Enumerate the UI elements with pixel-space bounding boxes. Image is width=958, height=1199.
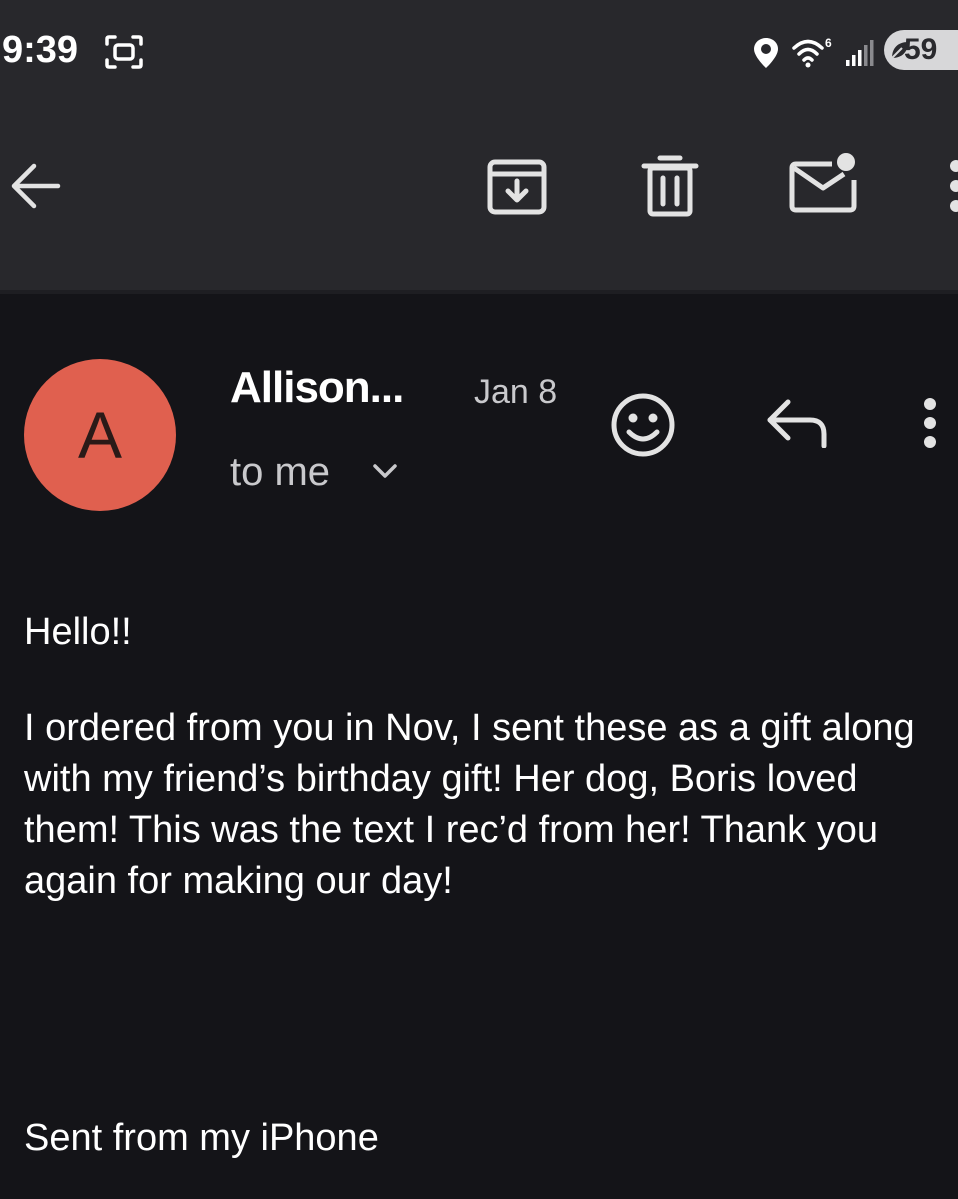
email-greeting: Hello!! [24, 611, 132, 653]
status-time: 9:39 [2, 29, 79, 71]
battery-level: 59 [904, 33, 938, 66]
email-body: I ordered from you in Nov, I sent these … [24, 707, 915, 902]
app-bar-divider [0, 290, 958, 294]
email-date: Jan 8 [474, 373, 558, 411]
message-more-icon[interactable] [918, 396, 942, 452]
add-reaction-icon[interactable] [608, 390, 678, 460]
svg-text:6: 6 [825, 36, 832, 50]
delete-icon[interactable] [640, 152, 700, 218]
location-icon [754, 38, 778, 68]
more-vert-icon[interactable] [940, 158, 958, 214]
sender-name[interactable]: Allison... [230, 362, 404, 414]
sender-avatar[interactable]: A [24, 359, 176, 511]
email-signature: Sent from my iPhone [24, 1117, 379, 1159]
archive-icon[interactable] [486, 154, 548, 216]
wifi-6-icon: 6 [792, 36, 832, 68]
avatar-letter: A [77, 398, 123, 472]
arrow-left-icon[interactable] [8, 160, 64, 212]
reply-icon[interactable] [764, 396, 830, 448]
chevron-down-icon[interactable] [372, 462, 398, 480]
signal-icon [846, 40, 874, 66]
mark-unread-icon[interactable] [788, 150, 860, 214]
screenshot-icon [105, 35, 143, 69]
recipient-label[interactable]: to me [230, 448, 330, 496]
